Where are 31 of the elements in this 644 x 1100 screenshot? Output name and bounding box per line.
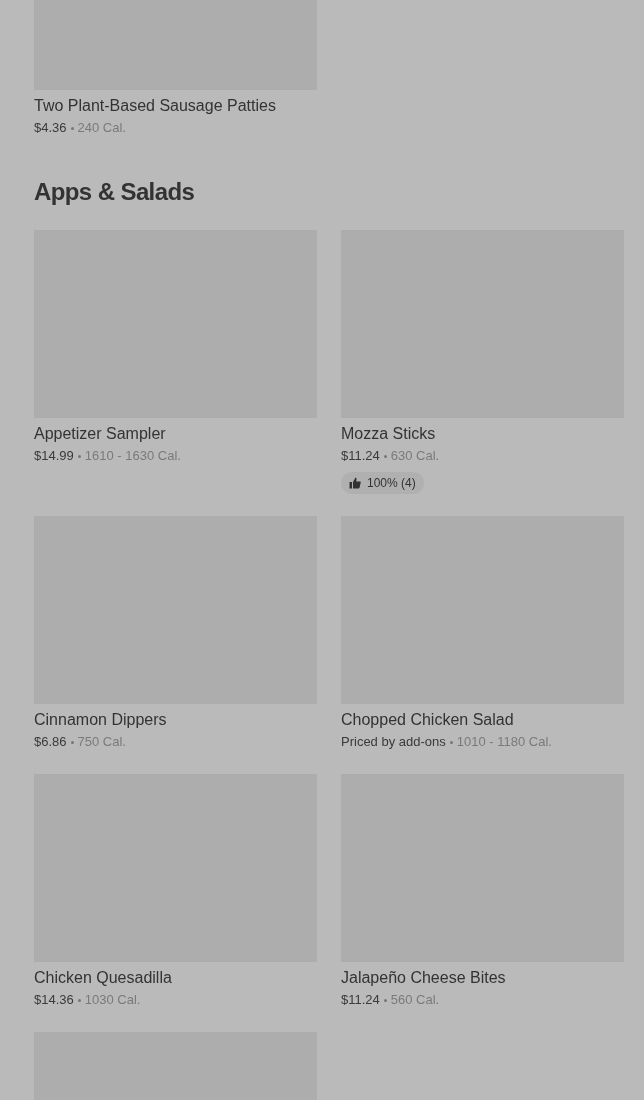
separator-dot-icon (449, 740, 453, 744)
item-name[interactable]: Jalapeño Cheese Bites (341, 968, 624, 988)
item-price: Priced by add-ons (341, 733, 446, 751)
item-price: $14.36 (34, 991, 74, 1009)
item-name[interactable]: Cinnamon Dippers (34, 710, 317, 730)
item-price: $14.99 (34, 447, 74, 465)
item-name[interactable]: Chopped Chicken Salad (341, 710, 624, 730)
separator-dot-icon (383, 454, 387, 458)
separator-dot-icon (77, 998, 81, 1002)
item-calories: 1030 Cal. (84, 991, 141, 1009)
thumbs-up-icon (349, 477, 361, 489)
item-name[interactable]: Two Plant-Based Sausage Patties (34, 96, 317, 116)
item-name[interactable]: Appetizer Sampler (34, 424, 317, 444)
separator-dot-icon (383, 998, 387, 1002)
item-calories: 1610 - 1630 Cal. (84, 447, 181, 465)
separator-dot-icon (70, 126, 74, 130)
item-name[interactable]: Chicken Quesadilla (34, 968, 317, 988)
item-calories: 630 Cal. (390, 447, 440, 465)
separator-dot-icon (77, 454, 81, 458)
item-name[interactable]: Mozza Sticks (341, 424, 624, 444)
item-price: $6.86 (34, 733, 67, 751)
item-price: $11.24 (341, 991, 380, 1009)
rating-badge: 100% (4) (341, 472, 424, 494)
item-calories: 1010 - 1180 Cal. (456, 733, 552, 751)
item-calories: 240 Cal. (77, 119, 126, 137)
item-price: $11.24 (341, 447, 380, 465)
item-calories: 560 Cal. (390, 991, 440, 1009)
section-heading: Apps & Salads (34, 177, 196, 207)
separator-dot-icon (70, 740, 74, 744)
item-price: $4.36 (34, 119, 67, 137)
item-calories: 750 Cal. (77, 733, 126, 751)
